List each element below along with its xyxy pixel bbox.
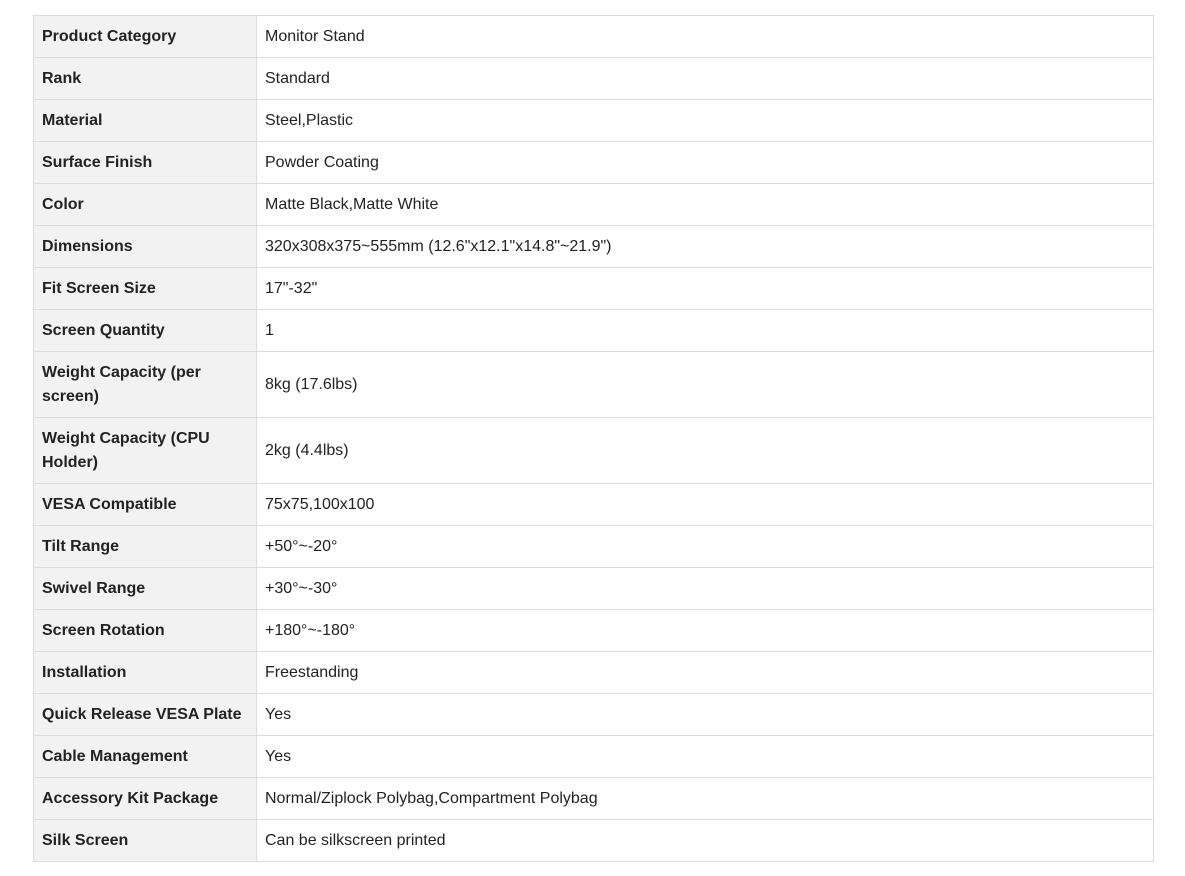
spec-label: Product Category	[33, 15, 257, 58]
spec-label: Material	[33, 99, 257, 142]
spec-value: Matte Black,Matte White	[256, 183, 1154, 226]
spec-label: Tilt Range	[33, 525, 257, 568]
spec-value: Steel,Plastic	[256, 99, 1154, 142]
table-row: Color Matte Black,Matte White	[33, 183, 1154, 226]
spec-label: Dimensions	[33, 225, 257, 268]
table-row: Product Category Monitor Stand	[33, 15, 1154, 58]
spec-value: 320x308x375~555mm (12.6"x12.1"x14.8"~21.…	[256, 225, 1154, 268]
table-row: Accessory Kit Package Normal/Ziplock Pol…	[33, 777, 1154, 820]
spec-value: Powder Coating	[256, 141, 1154, 184]
spec-label: Accessory Kit Package	[33, 777, 257, 820]
spec-label: Quick Release VESA Plate	[33, 693, 257, 736]
spec-value: 1	[256, 309, 1154, 352]
spec-label: Color	[33, 183, 257, 226]
spec-label: VESA Compatible	[33, 483, 257, 526]
spec-label: Surface Finish	[33, 141, 257, 184]
spec-value: Normal/Ziplock Polybag,Compartment Polyb…	[256, 777, 1154, 820]
spec-value: 2kg (4.4lbs)	[256, 417, 1154, 484]
spec-label: Screen Quantity	[33, 309, 257, 352]
table-row: Weight Capacity (CPU Holder) 2kg (4.4lbs…	[33, 417, 1154, 484]
table-row: Material Steel,Plastic	[33, 99, 1154, 142]
spec-label: Weight Capacity (CPU Holder)	[33, 417, 257, 484]
spec-label: Silk Screen	[33, 819, 257, 862]
spec-value: +180°~-180°	[256, 609, 1154, 652]
table-row: Rank Standard	[33, 57, 1154, 100]
spec-value: 8kg (17.6lbs)	[256, 351, 1154, 418]
spec-table-container: Product Category Monitor Stand Rank Stan…	[33, 15, 1154, 862]
spec-value: Standard	[256, 57, 1154, 100]
table-row: Installation Freestanding	[33, 651, 1154, 694]
spec-value: 75x75,100x100	[256, 483, 1154, 526]
spec-label: Installation	[33, 651, 257, 694]
table-row: Screen Rotation +180°~-180°	[33, 609, 1154, 652]
table-row: Weight Capacity (per screen) 8kg (17.6lb…	[33, 351, 1154, 418]
spec-label: Rank	[33, 57, 257, 100]
spec-value: 17"-32"	[256, 267, 1154, 310]
spec-value: Freestanding	[256, 651, 1154, 694]
spec-value: Can be silkscreen printed	[256, 819, 1154, 862]
spec-label: Fit Screen Size	[33, 267, 257, 310]
table-row: Quick Release VESA Plate Yes	[33, 693, 1154, 736]
table-row: Swivel Range +30°~-30°	[33, 567, 1154, 610]
table-row: Dimensions 320x308x375~555mm (12.6"x12.1…	[33, 225, 1154, 268]
table-row: Silk Screen Can be silkscreen printed	[33, 819, 1154, 862]
spec-value: Yes	[256, 735, 1154, 778]
table-row: Tilt Range +50°~-20°	[33, 525, 1154, 568]
table-row: VESA Compatible 75x75,100x100	[33, 483, 1154, 526]
spec-label: Cable Management	[33, 735, 257, 778]
spec-value: Yes	[256, 693, 1154, 736]
spec-value: +30°~-30°	[256, 567, 1154, 610]
table-row: Screen Quantity 1	[33, 309, 1154, 352]
spec-label: Swivel Range	[33, 567, 257, 610]
table-row: Surface Finish Powder Coating	[33, 141, 1154, 184]
spec-value: +50°~-20°	[256, 525, 1154, 568]
spec-label: Screen Rotation	[33, 609, 257, 652]
spec-label: Weight Capacity (per screen)	[33, 351, 257, 418]
table-row: Cable Management Yes	[33, 735, 1154, 778]
spec-table: Product Category Monitor Stand Rank Stan…	[33, 15, 1154, 862]
spec-value: Monitor Stand	[256, 15, 1154, 58]
table-row: Fit Screen Size 17"-32"	[33, 267, 1154, 310]
